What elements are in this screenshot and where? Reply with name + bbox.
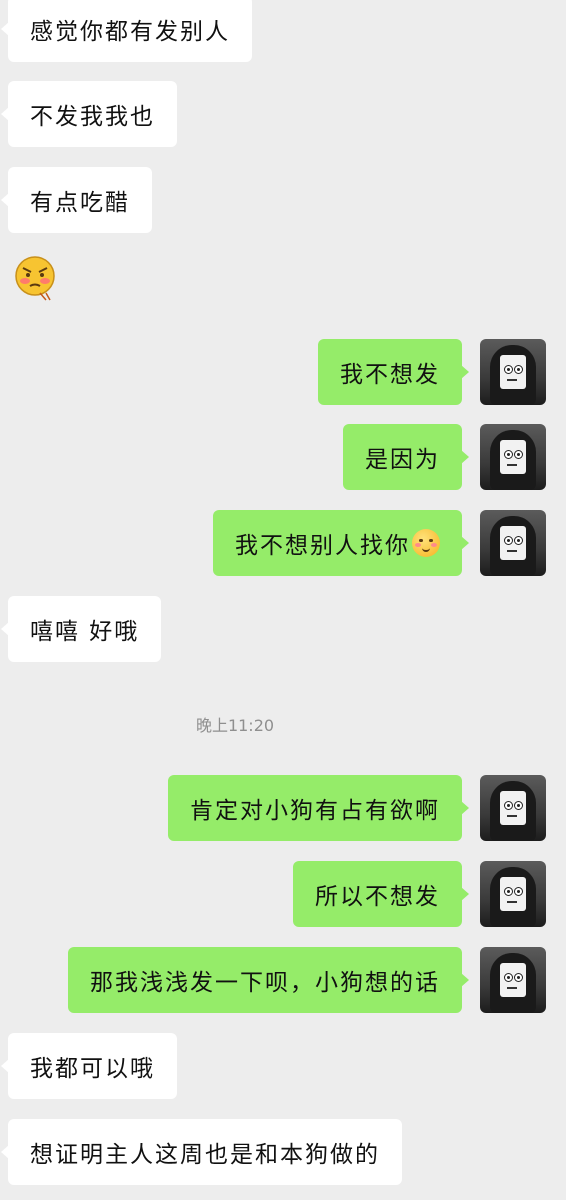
message-text: 嘻嘻 好哦 (30, 619, 140, 645)
message-bubble-outgoing[interactable]: 我不想发 (318, 339, 469, 405)
message-bubble-outgoing[interactable]: 所以不想发 (293, 861, 469, 927)
masked-hooded-avatar-icon[interactable] (480, 947, 546, 1013)
masked-hooded-avatar-icon[interactable] (480, 510, 546, 576)
message-bubble-incoming[interactable]: 想证明主人这周也是和本狗做的 (1, 1119, 402, 1185)
message-bubble-outgoing[interactable]: 那我浅浅发一下呗，小狗想的话 (68, 947, 469, 1013)
message-bubble-outgoing[interactable]: 我不想别人找你 (213, 510, 469, 576)
message-text: 想证明主人这周也是和本狗做的 (30, 1142, 380, 1168)
message-text: 我不想别人找你 (235, 533, 410, 559)
masked-hooded-avatar-icon[interactable] (480, 424, 546, 490)
message-text: 我不想发 (340, 362, 440, 388)
message-text: 不发我我也 (30, 104, 155, 130)
message-bubble-outgoing[interactable]: 是因为 (343, 424, 469, 490)
message-bubble-incoming[interactable]: 不发我我也 (1, 81, 177, 147)
message-bubble-incoming[interactable]: 嘻嘻 好哦 (0, 596, 162, 662)
blushing-smile-emoji-icon (412, 529, 440, 557)
message-text: 肯定对小狗有占有欲啊 (190, 798, 440, 824)
message-bubble-outgoing[interactable]: 肯定对小狗有占有欲啊 (168, 775, 469, 841)
masked-hooded-avatar-icon[interactable] (480, 861, 546, 927)
message-bubble-incoming[interactable]: 感觉你都有发别人 (1, 0, 252, 62)
message-text: 那我浅浅发一下呗，小狗想的话 (90, 970, 440, 996)
masked-hooded-avatar-icon[interactable] (480, 775, 546, 841)
angry-blushing-face-sticker[interactable] (12, 255, 58, 301)
message-text: 是因为 (365, 447, 440, 473)
message-timestamp: 晚上11:20 (195, 716, 275, 735)
message-text: 有点吃醋 (30, 190, 130, 216)
message-bubble-incoming[interactable]: 有点吃醋 (1, 167, 152, 233)
message-bubble-incoming[interactable]: 我都可以哦 (1, 1033, 177, 1099)
masked-hooded-avatar-icon[interactable] (480, 339, 546, 405)
message-text: 我都可以哦 (30, 1056, 155, 1082)
message-text: 所以不想发 (315, 884, 440, 910)
message-text: 感觉你都有发别人 (30, 19, 230, 45)
